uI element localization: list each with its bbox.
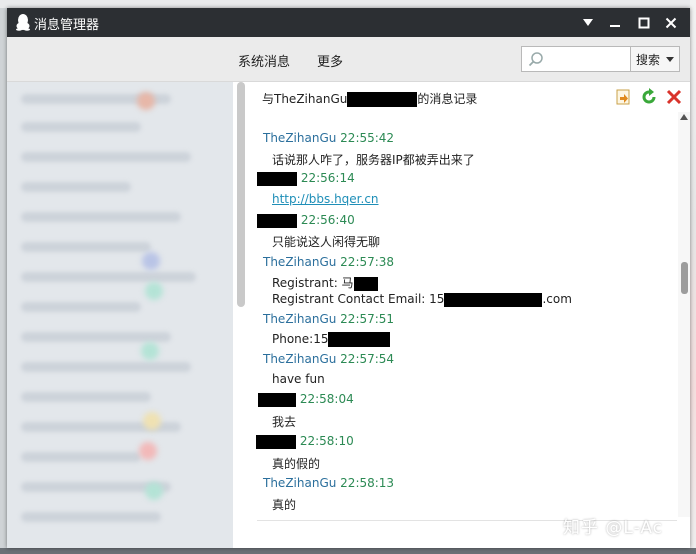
title-bar[interactable]: 消息管理器 (7, 8, 690, 37)
close-icon (665, 17, 677, 29)
chevron-down-icon (583, 19, 593, 26)
window-title: 消息管理器 (34, 18, 100, 33)
close-button[interactable] (660, 12, 682, 34)
message-header: 22:56:40 (257, 213, 355, 228)
message-header: 22:56:14 (257, 171, 355, 186)
chevron-down-icon[interactable] (666, 57, 674, 62)
minimize-button[interactable] (604, 12, 626, 34)
scroll-up-arrow-icon[interactable] (680, 114, 688, 120)
desktop-background-right (690, 0, 696, 554)
message-text: 真的 (272, 498, 297, 512)
message-text: Registrant Contact Email: 15 .com (272, 292, 572, 307)
minimize-icon (610, 25, 620, 27)
menu-dropdown-button[interactable] (577, 12, 599, 34)
maximize-icon (638, 17, 650, 29)
redacted-sender (257, 171, 297, 186)
export-icon[interactable] (614, 88, 632, 106)
message-text: 只能说这人闲得无聊 (272, 235, 381, 249)
redacted-sender (258, 392, 296, 407)
scrollbar-thumb[interactable] (681, 262, 688, 294)
message-header: TheZihanGu 22:57:38 (263, 255, 395, 269)
tab-system-messages[interactable]: 系统消息 (238, 51, 290, 70)
desktop-background-top (0, 0, 696, 8)
watermark: 知乎 @L-Ac (563, 518, 664, 538)
message-header: TheZihanGu 22:57:54 (263, 352, 395, 366)
message-text: 话说那人咋了，服务器IP都被弄出来了 (272, 153, 475, 167)
chat-history-header: 与TheZihanGu 的消息记录 (247, 82, 690, 112)
redacted-sender (257, 213, 297, 228)
chat-history-panel: 与TheZihanGu 的消息记录 TheZihanGu 22:55:42 话说那… (247, 82, 690, 548)
message-header: TheZihanGu 22:55:42 (263, 131, 395, 145)
message-manager-window: 消息管理器 系统消息 更多 搜索 与TheZihanGu 的消息记录 TheZi… (7, 8, 690, 548)
qq-penguin-icon (16, 14, 30, 31)
delete-icon[interactable] (665, 88, 683, 106)
search-icon (528, 52, 543, 67)
redacted-sender (256, 434, 296, 449)
search-input[interactable] (548, 50, 630, 68)
search-button[interactable]: 搜索 (630, 46, 680, 72)
message-header: TheZihanGu 22:58:13 (263, 476, 395, 490)
message-text: 真的假的 (272, 457, 321, 471)
desktop-background-bottom (0, 548, 696, 554)
message-header: 22:58:04 (258, 392, 354, 407)
contact-list-blurred[interactable] (7, 82, 233, 548)
tab-more[interactable]: 更多 (317, 51, 343, 70)
message-text: http://bbs.hqer.cn (272, 192, 379, 206)
message-text: Registrant: 马 (272, 274, 378, 291)
message-link[interactable]: http://bbs.hqer.cn (272, 192, 379, 206)
refresh-icon[interactable] (640, 88, 658, 106)
message-text: Phone:15 (272, 332, 391, 347)
message-scrollbar[interactable] (678, 112, 690, 517)
message-list[interactable]: TheZihanGu 22:55:42 话说那人咋了，服务器IP都被弄出来了 2… (247, 112, 677, 522)
message-text: have fun (272, 372, 325, 386)
message-header: 22:58:10 (256, 434, 354, 449)
message-header: TheZihanGu 22:57:51 (263, 312, 395, 326)
contact-list-scrollbar[interactable] (237, 82, 245, 307)
message-text: 我去 (272, 415, 297, 429)
chat-history-title: 与TheZihanGu 的消息记录 (262, 92, 478, 107)
maximize-button[interactable] (633, 12, 655, 34)
search-button-label: 搜索 (636, 53, 661, 67)
search-box[interactable] (521, 46, 631, 72)
toolbar: 系统消息 更多 搜索 (7, 37, 690, 82)
